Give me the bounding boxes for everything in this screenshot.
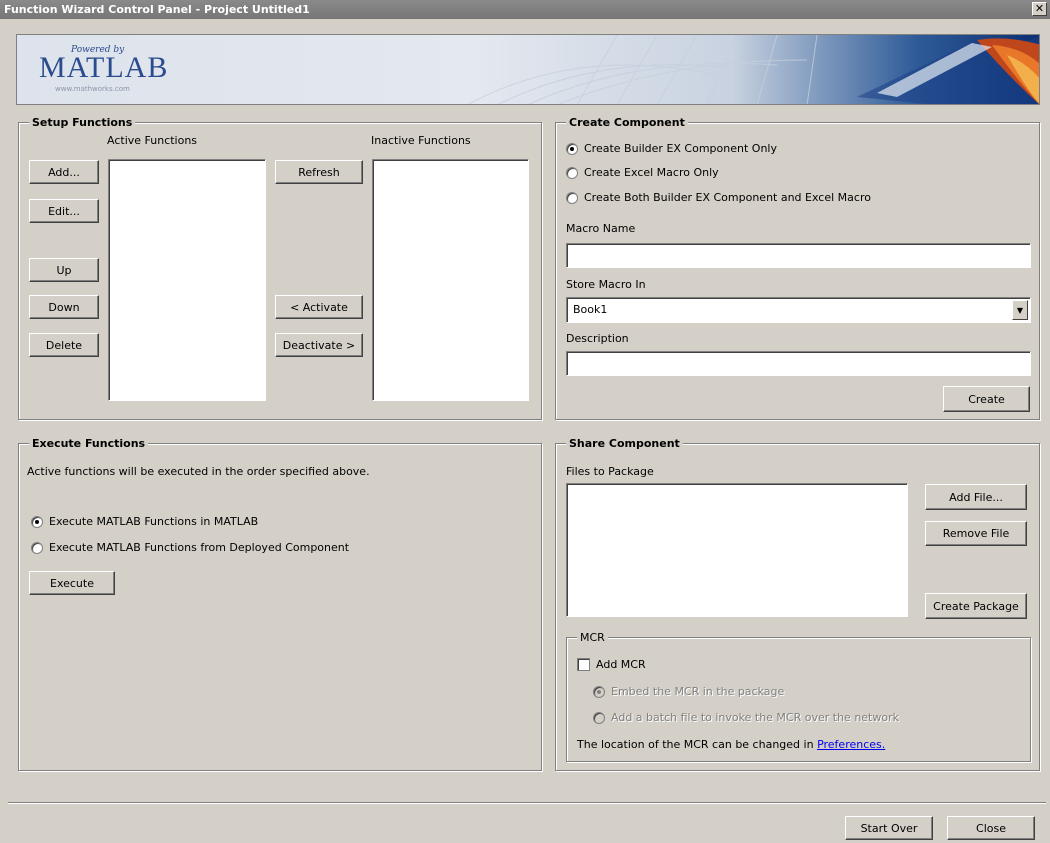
mcr-title: MCR <box>577 631 608 644</box>
share-component-title: Share Component <box>566 437 683 450</box>
mcr-location-label: The location of the MCR can be changed i… <box>577 738 814 751</box>
embed-mcr-option[interactable]: Embed the MCR in the package <box>593 685 784 698</box>
store-macro-select[interactable]: Book1 ▼ <box>566 297 1031 323</box>
share-component-group: Share Component Files to Package Add Fil… <box>555 437 1040 771</box>
footer-bar: Start Over Close <box>8 802 1046 840</box>
delete-function-button[interactable]: Delete <box>29 333 99 357</box>
store-macro-value: Book1 <box>573 303 608 316</box>
batch-file-label: Add a batch file to invoke the MCR over … <box>611 711 899 724</box>
close-window-icon[interactable]: ✕ <box>1032 2 1047 16</box>
execute-button[interactable]: Execute <box>29 571 115 595</box>
create-package-button[interactable]: Create Package <box>925 593 1027 619</box>
remove-file-button[interactable]: Remove File <box>925 521 1027 546</box>
description-label: Description <box>566 332 629 345</box>
radio-icon[interactable] <box>593 685 605 698</box>
setup-functions-title: Setup Functions <box>29 116 136 129</box>
banner-graphic <box>467 35 1039 104</box>
create-component-group: Create Component Create Builder EX Compo… <box>555 116 1040 420</box>
create-component-title: Create Component <box>566 116 688 129</box>
description-input[interactable] <box>566 351 1031 376</box>
add-mcr-checkbox[interactable]: Add MCR <box>577 658 646 671</box>
store-macro-label: Store Macro In <box>566 278 646 291</box>
option-both[interactable]: Create Both Builder EX Component and Exc… <box>566 191 871 204</box>
files-to-package-list[interactable] <box>566 483 908 617</box>
embed-mcr-label: Embed the MCR in the package <box>611 685 785 698</box>
setup-functions-group: Setup Functions Active Functions Inactiv… <box>18 116 542 420</box>
window-title: Function Wizard Control Panel - Project … <box>4 3 310 16</box>
move-down-button[interactable]: Down <box>29 295 99 319</box>
close-button[interactable]: Close <box>947 816 1035 840</box>
execute-deployed-option[interactable]: Execute MATLAB Functions from Deployed C… <box>31 541 349 554</box>
execute-in-matlab-option[interactable]: Execute MATLAB Functions in MATLAB <box>31 515 258 528</box>
refresh-button[interactable]: Refresh <box>275 160 363 184</box>
radio-icon[interactable] <box>566 142 578 155</box>
matlab-banner: Powered by MATLAB www.mathworks.com <box>16 34 1040 105</box>
radio-icon[interactable] <box>31 541 43 554</box>
execute-in-matlab-label: Execute MATLAB Functions in MATLAB <box>49 515 259 528</box>
preferences-link[interactable]: Preferences. <box>817 738 885 751</box>
edit-function-button[interactable]: Edit... <box>29 199 99 223</box>
checkbox-icon[interactable] <box>577 658 590 671</box>
execute-note: Active functions will be executed in the… <box>27 465 370 478</box>
option-both-label: Create Both Builder EX Component and Exc… <box>584 191 871 204</box>
option-builder-ex-only-label: Create Builder EX Component Only <box>584 142 777 155</box>
inactive-functions-label: Inactive Functions <box>371 134 471 147</box>
option-builder-ex-only[interactable]: Create Builder EX Component Only <box>566 142 777 155</box>
radio-icon[interactable] <box>593 711 605 724</box>
add-mcr-label: Add MCR <box>596 658 646 671</box>
mcr-location-text: The location of the MCR can be changed i… <box>577 738 885 751</box>
macro-name-label: Macro Name <box>566 222 636 235</box>
banner-url: www.mathworks.com <box>55 85 130 93</box>
mcr-group: MCR Add MCR Embed the MCR in the package… <box>566 631 1031 762</box>
option-excel-macro-only-label: Create Excel Macro Only <box>584 166 719 179</box>
files-to-package-label: Files to Package <box>566 465 654 478</box>
batch-file-option[interactable]: Add a batch file to invoke the MCR over … <box>593 711 899 724</box>
start-over-button[interactable]: Start Over <box>845 816 933 840</box>
execute-deployed-label: Execute MATLAB Functions from Deployed C… <box>49 541 350 554</box>
add-function-button[interactable]: Add... <box>29 160 99 184</box>
active-functions-label: Active Functions <box>107 134 198 147</box>
activate-button[interactable]: < Activate <box>275 295 363 319</box>
active-functions-list[interactable] <box>108 159 266 401</box>
add-file-button[interactable]: Add File... <box>925 484 1027 510</box>
execute-functions-title: Execute Functions <box>29 437 149 450</box>
create-button[interactable]: Create <box>943 386 1030 412</box>
move-up-button[interactable]: Up <box>29 258 99 282</box>
macro-name-input[interactable] <box>566 243 1031 268</box>
option-excel-macro-only[interactable]: Create Excel Macro Only <box>566 166 719 179</box>
matlab-wordmark: MATLAB <box>39 51 169 84</box>
inactive-functions-list[interactable] <box>372 159 529 401</box>
chevron-down-icon[interactable]: ▼ <box>1012 300 1028 320</box>
window-titlebar: Function Wizard Control Panel - Project … <box>0 0 1050 19</box>
radio-icon[interactable] <box>31 515 43 528</box>
radio-icon[interactable] <box>566 191 578 204</box>
deactivate-button[interactable]: Deactivate > <box>275 333 363 357</box>
radio-icon[interactable] <box>566 166 578 179</box>
execute-functions-group: Execute Functions Active functions will … <box>18 437 542 771</box>
